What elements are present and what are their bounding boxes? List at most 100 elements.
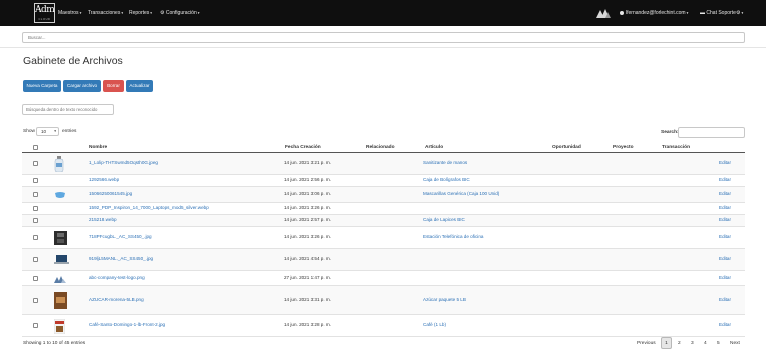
refresh-button[interactable]: Actualizar — [126, 80, 153, 92]
file-thumbnail[interactable] — [54, 292, 67, 311]
menu-maestros[interactable]: Maestros▾ — [58, 9, 81, 17]
article-link[interactable]: Estación Telefónica de oficina — [423, 234, 483, 239]
table-search-input[interactable] — [678, 127, 745, 138]
row-checkbox[interactable] — [33, 276, 38, 281]
pagination-page-4[interactable]: 4 — [704, 338, 707, 349]
file-name-link[interactable]: Café-Santo-Domingo-1-lb-Front-2.jpg — [89, 322, 165, 327]
pagination-page-3[interactable]: 3 — [691, 338, 694, 349]
pagination-page-1[interactable]: 1 — [661, 337, 672, 349]
edit-link[interactable]: Editar — [719, 297, 731, 302]
pagination-next[interactable]: Next — [730, 338, 740, 349]
edit-link[interactable]: Editar — [719, 217, 731, 222]
row-checkbox[interactable] — [33, 161, 38, 166]
show-label: Show — [23, 129, 35, 134]
table-row[interactable]: AZUCAR-morena-5LB.png 14 jun. 2021 3:31 p… — [22, 286, 745, 315]
divider — [0, 47, 766, 48]
table-row[interactable]: 1_Lolip-THTSwmd5Oqsth0G.jpeg 14 jun. 2021… — [22, 153, 745, 175]
new-folder-button[interactable]: Nueva Carpeta — [23, 80, 61, 92]
edit-link[interactable]: Editar — [719, 160, 731, 165]
ocr-filter-input[interactable] — [22, 104, 114, 115]
row-checkbox[interactable] — [33, 192, 38, 197]
article-link[interactable]: Azúcar paquete 5 LB — [423, 297, 466, 302]
edit-link[interactable]: Editar — [719, 256, 731, 261]
top-navbar: Adm CLOUD Maestros▾ Transacciones▾ Repor… — [0, 0, 766, 26]
edit-link[interactable]: Editar — [719, 322, 731, 327]
file-thumbnail[interactable] — [54, 231, 67, 247]
upload-file-button[interactable]: Cargar archivo — [63, 80, 101, 92]
select-all-checkbox[interactable] — [33, 145, 38, 150]
file-name-link[interactable]: abc-company-test-logo.png — [89, 275, 145, 280]
menu-configuracion[interactable]: ⚙ Configuración▾ — [160, 9, 200, 17]
row-checkbox[interactable] — [33, 206, 38, 211]
article-link[interactable]: Mascarillas Genérica (Caja 100 Unid) — [423, 191, 499, 196]
pagination-page-5[interactable]: 5 — [717, 338, 720, 349]
edit-link[interactable]: Editar — [719, 205, 731, 210]
col-relacionado[interactable]: Relacionado — [366, 145, 395, 150]
creation-date: 14 jun. 2021 3:21 p. m. — [284, 160, 331, 165]
row-checkbox[interactable] — [33, 298, 38, 303]
file-name-link[interactable]: 215218.webp — [89, 217, 117, 222]
edit-link[interactable]: Editar — [719, 234, 731, 239]
user-menu[interactable]: lfernandez@forlechint.com▾ — [620, 9, 688, 17]
article-link[interactable]: Café (1 Lb) — [423, 322, 446, 327]
col-oportunidad[interactable]: Oportunidad — [552, 145, 581, 150]
table-row[interactable]: 1592_PDP_Inspiron_14_7000_Laptops_mod5_s… — [22, 203, 745, 215]
file-name-link[interactable]: 1592_PDP_Inspiron_14_7000_Laptops_mod5_s… — [89, 205, 209, 210]
col-transaccion[interactable]: Transacción — [662, 145, 690, 150]
article-link[interactable]: Caja de Bolígrafos BIC — [423, 177, 470, 182]
creation-date: 14 jun. 2021 3:28 p. m. — [284, 322, 331, 327]
col-nombre[interactable]: Nombre — [89, 145, 107, 150]
page-length-select[interactable]: 10 ▾ — [36, 127, 59, 136]
file-name-link[interactable]: 718PFcugbL._AC_SS450_.jpg — [89, 234, 152, 239]
table-row[interactable]: 215218.webp 14 jun. 2021 2:57 p. m. Caja d… — [22, 215, 745, 227]
creation-date: 14 jun. 2021 3:06 p. m. — [284, 191, 331, 196]
file-thumbnail[interactable] — [54, 275, 66, 285]
edit-link[interactable]: Editar — [719, 191, 731, 196]
file-thumbnail[interactable] — [53, 318, 66, 336]
global-search-input[interactable] — [22, 32, 745, 43]
file-name-link[interactable]: 1_Lolip-THTSwmd5Oqsth0G.jpeg — [89, 160, 158, 165]
file-name-link[interactable]: 919ljL5MANL._AC_SS450_.jpg — [89, 256, 153, 261]
table-row[interactable]: Café-Santo-Domingo-1-lb-Front-2.jpg 14 ju… — [22, 315, 745, 337]
entries-label: entries — [62, 129, 77, 134]
table-row[interactable]: 1292566.webp 14 jun. 2021 2:56 p. m. Caja … — [22, 175, 745, 187]
article-link[interactable]: Caja de Lapices BIC — [423, 217, 465, 222]
file-thumbnail[interactable] — [54, 191, 66, 201]
file-name-link[interactable]: 15066250061545.jpg — [89, 191, 132, 196]
col-articulo[interactable]: Artículo — [425, 145, 443, 150]
file-name-link[interactable]: AZUCAR-morena-5LB.png — [89, 297, 144, 302]
file-name-link[interactable]: 1292566.webp — [89, 177, 119, 182]
pagination-previous[interactable]: Previous — [637, 338, 656, 349]
table-row[interactable]: 919ljL5MANL._AC_SS450_.jpg 14 jun. 2021 4… — [22, 249, 745, 271]
col-fecha-creacion[interactable]: Fecha Creación — [285, 145, 321, 150]
chevron-down-icon: ▾ — [54, 129, 56, 133]
article-link[interactable]: Sanitizante de manos — [423, 160, 467, 165]
col-proyecto[interactable]: Proyecto — [613, 145, 634, 150]
row-divider — [22, 336, 745, 337]
logo-text: Adm — [35, 5, 55, 15]
app-logo[interactable]: Adm CLOUD — [34, 3, 55, 23]
row-checkbox[interactable] — [33, 218, 38, 223]
row-checkbox[interactable] — [33, 257, 38, 262]
row-checkbox[interactable] — [33, 178, 38, 183]
row-checkbox[interactable] — [33, 323, 38, 328]
file-thumbnail[interactable] — [54, 255, 69, 267]
table-row[interactable]: 718PFcugbL._AC_SS450_.jpg 14 jun. 2021 3:… — [22, 227, 745, 249]
menu-transacciones[interactable]: Transacciones▾ — [88, 9, 123, 17]
pagination-page-2[interactable]: 2 — [678, 338, 681, 349]
chat-icon: ▬ — [700, 10, 705, 16]
delete-button[interactable]: Borrar — [103, 80, 124, 92]
creation-date: 27 jun. 2021 1:47 p. m. — [284, 275, 331, 280]
settings-menu[interactable]: ⚙▾ — [736, 9, 743, 17]
menu-reportes[interactable]: Reportes▾ — [129, 9, 152, 17]
table-row[interactable]: abc-company-test-logo.png 27 jun. 2021 1:… — [22, 271, 745, 286]
table-row[interactable]: 15066250061545.jpg 14 jun. 2021 3:06 p. m… — [22, 187, 745, 203]
file-thumbnail[interactable] — [54, 156, 64, 174]
table-info: Showing 1 to 10 of 45 entries — [23, 341, 86, 346]
table-search-label: Search: — [661, 130, 679, 135]
row-checkbox[interactable] — [33, 235, 38, 240]
creation-date: 14 jun. 2021 2:56 p. m. — [284, 177, 331, 182]
edit-link[interactable]: Editar — [719, 275, 731, 280]
chat-support-link[interactable]: ▬ Chat Soporte — [700, 9, 736, 17]
edit-link[interactable]: Editar — [719, 177, 731, 182]
